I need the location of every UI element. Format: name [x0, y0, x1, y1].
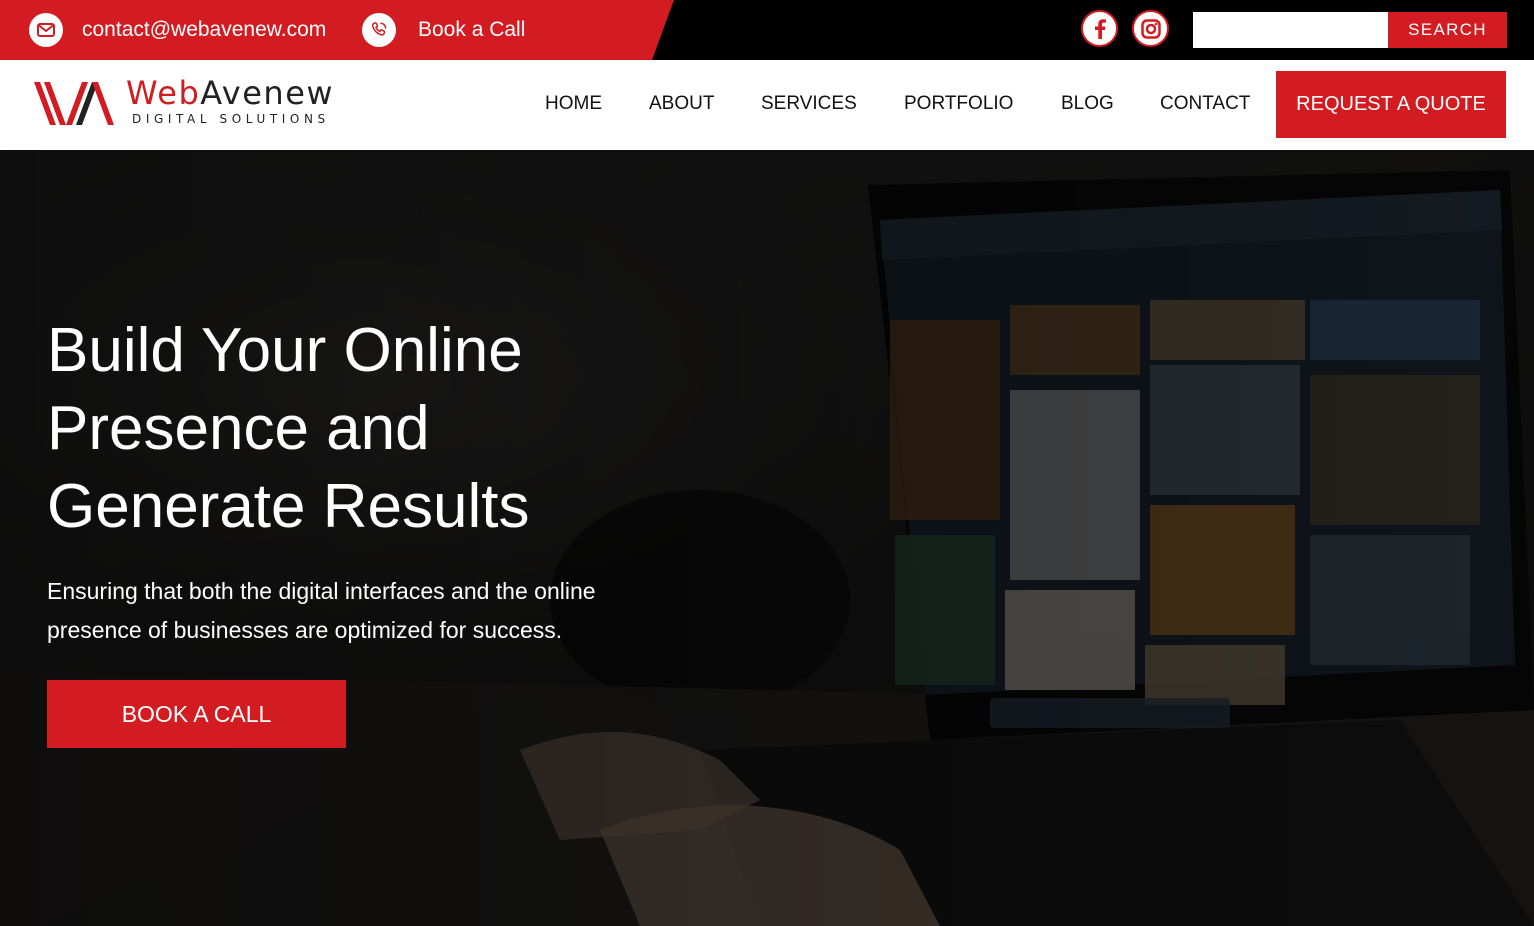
- hero-subtitle: Ensuring that both the digital interface…: [47, 572, 667, 650]
- hero-title-line-3: Generate Results: [47, 472, 530, 541]
- nav-services[interactable]: SERVICES: [761, 93, 857, 115]
- email-contact[interactable]: contact@webavenew.com: [29, 12, 326, 48]
- book-a-call-button[interactable]: BOOK A CALL: [47, 680, 346, 748]
- logo-name: WebAvenew: [126, 77, 334, 109]
- book-call-contact[interactable]: Book a Call: [362, 12, 525, 48]
- nav-contact[interactable]: CONTACT: [1160, 93, 1250, 115]
- hero-section: Build Your Online Presence and Generate …: [0, 150, 1534, 926]
- envelope-icon: [29, 13, 63, 47]
- email-link[interactable]: contact@webavenew.com: [82, 18, 326, 42]
- logo-name-avenew: Avenew: [200, 74, 335, 112]
- top-bar: contact@webavenew.com Book a Call SEARCH: [0, 0, 1534, 60]
- logo-text: WebAvenew DIGITAL SOLUTIONS: [126, 77, 334, 126]
- nav-portfolio[interactable]: PORTFOLIO: [904, 93, 1013, 115]
- site-logo[interactable]: WebAvenew DIGITAL SOLUTIONS: [32, 77, 334, 133]
- facebook-icon[interactable]: [1081, 10, 1118, 47]
- logo-mark-icon: [34, 82, 114, 125]
- request-quote-button[interactable]: REQUEST A QUOTE: [1276, 71, 1506, 138]
- logo-tagline: DIGITAL SOLUTIONS: [132, 112, 330, 126]
- hero-title-line-1: Build Your Online: [47, 316, 523, 385]
- hero-title: Build Your Online Presence and Generate …: [47, 312, 687, 546]
- book-call-link[interactable]: Book a Call: [418, 18, 525, 42]
- search-input[interactable]: [1193, 12, 1388, 48]
- nav-about[interactable]: ABOUT: [649, 93, 714, 115]
- instagram-icon[interactable]: [1132, 10, 1169, 47]
- nav-home[interactable]: HOME: [545, 93, 602, 115]
- logo-name-web: Web: [126, 74, 201, 112]
- phone-icon: [362, 13, 396, 47]
- hero-title-line-2: Presence and: [47, 394, 430, 463]
- hero-subtitle-line-2: presence of businesses are optimized for…: [47, 617, 563, 643]
- hero-subtitle-line-1: Ensuring that both the digital interface…: [47, 578, 596, 604]
- search-button[interactable]: SEARCH: [1388, 12, 1507, 48]
- nav-blog[interactable]: BLOG: [1061, 93, 1114, 115]
